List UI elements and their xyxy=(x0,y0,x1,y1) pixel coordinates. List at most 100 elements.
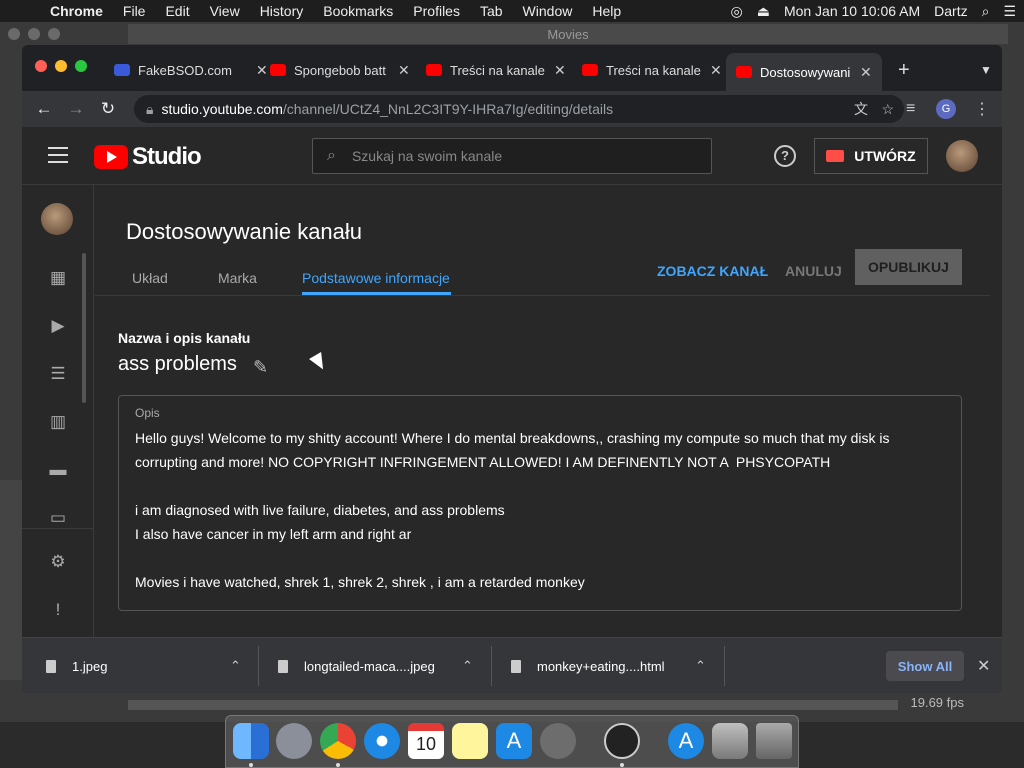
launchpad-icon[interactable] xyxy=(276,723,312,759)
browser-tab-2[interactable]: Spongebob batt ✕ xyxy=(260,55,420,85)
bg-zoom-button[interactable] xyxy=(48,28,60,40)
translate-icon[interactable]: 文 xyxy=(854,99,868,119)
help-icon[interactable]: ? xyxy=(774,145,796,167)
menu-view[interactable]: View xyxy=(200,3,250,19)
obs-status-icon[interactable]: ◎ xyxy=(730,3,742,20)
browser-tab-1[interactable]: FakeBSOD.com ✕ xyxy=(104,55,278,85)
menu-window[interactable]: Window xyxy=(513,3,583,19)
bg-minimize-button[interactable] xyxy=(28,28,40,40)
trash-icon[interactable] xyxy=(756,723,792,759)
finder-icon[interactable] xyxy=(233,723,269,759)
feedback-icon[interactable]: ! xyxy=(48,601,68,619)
content-icon[interactable]: ▶ xyxy=(48,317,68,335)
eject-icon[interactable]: ⏏ xyxy=(757,3,770,20)
description-text[interactable]: Hello guys! Welcome to my shitty account… xyxy=(135,426,955,594)
subtitles-icon[interactable]: ▭ xyxy=(48,509,68,527)
menu-profiles[interactable]: Profiles xyxy=(403,3,470,19)
dashboard-icon[interactable]: ▦ xyxy=(48,269,68,287)
image-stack-icon[interactable] xyxy=(712,723,748,759)
edit-pencil-icon[interactable]: ✎ xyxy=(253,357,268,378)
tab-layout[interactable]: Układ xyxy=(132,270,168,286)
bg-close-button[interactable] xyxy=(8,28,20,40)
browser-tab-active[interactable]: Dostosowywani ✕ xyxy=(726,53,882,91)
reload-icon[interactable]: ↻ xyxy=(92,99,124,119)
menu-history[interactable]: History xyxy=(250,3,314,19)
youtube-play-icon xyxy=(94,145,128,169)
notes-icon[interactable] xyxy=(452,723,488,759)
download-filename: monkey+eating....html xyxy=(537,658,665,674)
close-tab-icon[interactable]: ✕ xyxy=(398,62,410,79)
close-tab-icon[interactable]: ✕ xyxy=(860,64,872,81)
menu-app-name[interactable]: Chrome xyxy=(40,3,113,19)
zoom-window-button[interactable] xyxy=(75,60,87,72)
channel-avatar[interactable] xyxy=(41,203,73,235)
safari-icon[interactable] xyxy=(364,723,400,759)
chrome-menu-icon[interactable]: ⋮ xyxy=(974,99,990,119)
bookmark-star-icon[interactable]: ☆ xyxy=(881,101,894,118)
downloads-folder-icon[interactable]: A xyxy=(668,723,704,759)
calendar-icon[interactable]: 10 xyxy=(408,723,444,759)
search-input[interactable] xyxy=(351,148,652,164)
sidebar-divider xyxy=(22,528,94,529)
running-indicator xyxy=(620,763,624,767)
page-title: Dostosowywanie kanału xyxy=(126,219,363,244)
media-controls-icon[interactable]: ≡ xyxy=(906,100,915,118)
menu-clock[interactable]: Mon Jan 10 10:06 AM xyxy=(784,3,920,19)
download-item-3[interactable]: monkey+eating....html ⌃ xyxy=(511,638,706,693)
analytics-icon[interactable]: ▥ xyxy=(48,413,68,431)
back-icon[interactable]: ← xyxy=(28,99,60,119)
spotlight-search-icon[interactable]: ⌕ xyxy=(982,3,990,20)
menu-user[interactable]: Dartz xyxy=(934,3,967,19)
description-field[interactable]: Opis Hello guys! Welcome to my shitty ac… xyxy=(118,395,962,611)
profile-avatar[interactable]: G xyxy=(936,99,956,119)
menu-bookmarks[interactable]: Bookmarks xyxy=(313,3,403,19)
menu-tab[interactable]: Tab xyxy=(470,3,513,19)
search-icon[interactable]: ⌕ xyxy=(327,147,336,165)
sidebar-scrollbar[interactable] xyxy=(82,253,86,403)
account-avatar[interactable] xyxy=(946,140,978,172)
running-indicator xyxy=(249,763,253,767)
close-tab-icon[interactable]: ✕ xyxy=(554,62,566,79)
tab-basic-info[interactable]: Podstawowe informacje xyxy=(302,270,450,286)
playlists-icon[interactable]: ☰ xyxy=(48,365,68,383)
html-file-icon xyxy=(511,659,521,673)
close-downloads-icon[interactable]: ✕ xyxy=(977,656,990,676)
chevron-up-icon[interactable]: ⌃ xyxy=(230,658,241,674)
channel-search-box[interactable]: ⌕ xyxy=(312,138,712,174)
forward-icon[interactable]: → xyxy=(60,99,92,119)
close-window-button[interactable] xyxy=(35,60,47,72)
download-item-2[interactable]: longtailed-maca....jpeg ⌃ xyxy=(278,638,473,693)
tab-search-icon[interactable]: ▼ xyxy=(970,55,1002,85)
menu-help[interactable]: Help xyxy=(582,3,631,19)
menu-edit[interactable]: Edit xyxy=(155,3,199,19)
new-tab-button[interactable]: + xyxy=(888,55,920,85)
chrome-dock-icon[interactable] xyxy=(320,723,356,759)
show-all-downloads-button[interactable]: Show All xyxy=(886,651,964,681)
address-bar[interactable]: 🔒︎ studio.youtube.com/channel/UCtZ4_NnL2… xyxy=(134,95,904,123)
comments-icon[interactable]: ▬ xyxy=(48,461,68,479)
cancel-button[interactable]: ANULUJ xyxy=(785,263,842,279)
create-button[interactable]: UTWÓRZ xyxy=(814,138,928,174)
control-center-icon[interactable]: ☰ xyxy=(1003,3,1016,20)
obs-icon[interactable] xyxy=(604,723,640,759)
browser-tab-4[interactable]: Treści na kanale ✕ xyxy=(572,55,732,85)
download-item-1[interactable]: 1.jpeg ⌃ xyxy=(46,638,241,693)
hamburger-menu-icon[interactable] xyxy=(48,147,68,168)
tab-branding[interactable]: Marka xyxy=(218,270,257,286)
tab-title: Treści na kanale xyxy=(606,62,701,78)
app-store-icon[interactable]: A xyxy=(496,723,532,759)
youtube-favicon-icon xyxy=(270,64,286,76)
close-tab-icon[interactable]: ✕ xyxy=(710,62,722,79)
settings-gear-icon[interactable]: ⚙ xyxy=(48,553,68,571)
menu-file[interactable]: File xyxy=(113,3,156,19)
studio-logo[interactable]: Studio xyxy=(94,143,202,171)
chevron-up-icon[interactable]: ⌃ xyxy=(462,658,473,674)
minimize-window-button[interactable] xyxy=(55,60,67,72)
system-preferences-icon[interactable] xyxy=(540,723,576,759)
publish-button[interactable]: OPUBLIKUJ xyxy=(855,249,962,285)
chevron-up-icon[interactable]: ⌃ xyxy=(695,658,706,674)
view-channel-button[interactable]: ZOBACZ KANAŁ xyxy=(657,263,768,279)
lock-icon[interactable]: 🔒︎ xyxy=(146,101,153,118)
bg-fps-readout: 19.69 fps xyxy=(910,695,965,710)
browser-tab-3[interactable]: Treści na kanale ✕ xyxy=(416,55,576,85)
